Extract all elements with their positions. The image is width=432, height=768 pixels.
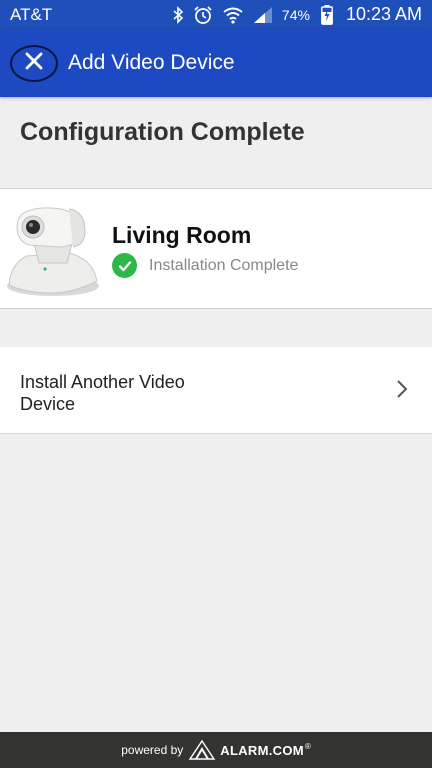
app-bar: Add Video Device [0,29,432,97]
trademark-symbol: ® [304,742,311,751]
close-icon [25,52,43,75]
battery-charging-icon [321,4,333,25]
status-icons: 74% 10:23 AM [172,4,422,25]
powered-by-text: powered by [121,743,184,757]
footer: powered by ALARM.COM ® [0,732,432,768]
alarm-com-brand: ALARM.COM [220,742,304,758]
device-card: Living Room Installation Complete [0,188,432,309]
device-status-text: Installation Complete [149,256,299,274]
status-bar: AT&T 74% 10:23 AM [0,0,432,29]
close-button[interactable] [10,44,58,82]
clock: 10:23 AM [345,4,422,24]
app-title: Add Video Device [68,51,235,74]
camera-image [3,201,103,299]
chevron-right-icon [396,379,408,404]
wifi-icon [222,6,244,24]
battery-percent: 74% [281,6,310,23]
install-another-label: Install Another Video Device [20,372,185,414]
carrier-name: AT&T [10,4,53,24]
bluetooth-icon [172,5,184,24]
check-circle-icon [112,253,137,278]
page-title: Configuration Complete [20,118,305,146]
device-name: Living Room [112,222,252,248]
alarm-clock-icon [193,5,213,25]
alarm-com-logo: ALARM.COM ® [187,738,311,762]
device-status: Installation Complete [112,253,298,278]
alarm-com-mark-icon [188,739,216,760]
signal-icon [253,6,273,24]
install-another-device-row[interactable]: Install Another Video Device [0,347,432,434]
